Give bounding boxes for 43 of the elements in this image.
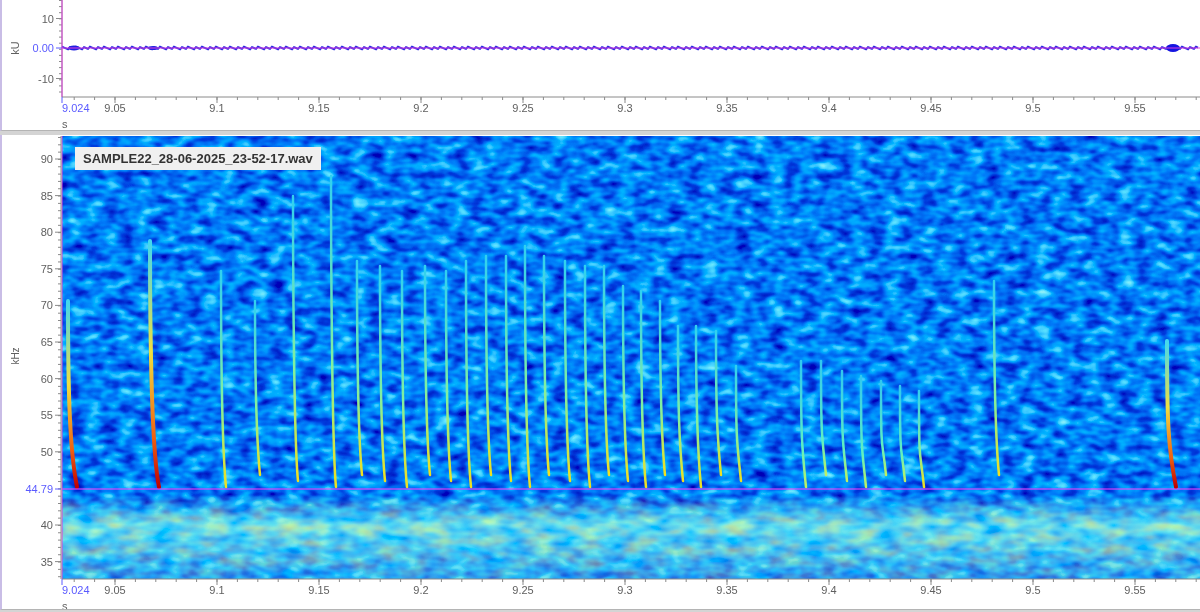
axis-tick-label: 35 — [40, 555, 53, 568]
axis-tick-label: 9.25 — [512, 102, 534, 114]
axis-tick-label: 9.3 — [617, 102, 633, 114]
axis-title: kHz — [10, 347, 21, 365]
axis-tick-label: 9.1 — [209, 584, 225, 596]
axis-tick-label: 9.4 — [821, 584, 837, 596]
axis-tick-label: 9.3 — [617, 584, 633, 596]
axis-tick-label: 9.4 — [821, 102, 837, 114]
axis-tick-label: 50 — [40, 445, 53, 458]
axis-start-label: 9.024 — [62, 102, 90, 114]
axis-tick-label: 85 — [40, 189, 53, 202]
axis-tick-label: 90 — [40, 153, 53, 165]
axis-tick-label: 9.15 — [308, 584, 330, 596]
axis-tick-label: 9.2 — [413, 584, 429, 596]
file-name-label: SAMPLE22_28-06-2025_23-52-17.wav — [75, 147, 321, 170]
axis-tick-label: 9.5 — [1025, 584, 1041, 596]
axis-tick-label: 60 — [40, 372, 53, 385]
cursor-value-label: 44.79 — [25, 483, 53, 495]
axis-tick-label: 9.55 — [1124, 584, 1146, 596]
axis-tick-label: 9.15 — [308, 102, 330, 114]
axis-tick-label: 55 — [40, 409, 53, 422]
axis-tick-label: 75 — [40, 262, 53, 275]
axis-tick-label: 10 — [41, 12, 54, 25]
axis-tick-label: 9.35 — [716, 102, 738, 114]
axis-title: s — [62, 118, 68, 130]
axis-tick-label: 65 — [40, 336, 53, 348]
axis-tick-label: 70 — [40, 299, 53, 312]
axis-tick-label: 9.45 — [920, 584, 942, 596]
axis-tick-label: 9.1 — [209, 102, 225, 114]
axis-tick-label: 9.05 — [104, 584, 126, 596]
axis-tick-label: 80 — [40, 226, 53, 239]
axis-start-label: 9.024 — [62, 584, 90, 596]
axis-tick-label: 9.5 — [1025, 102, 1041, 114]
axis-tick-label: 9.25 — [512, 584, 534, 596]
axis-tick-label: 9.05 — [104, 102, 126, 114]
axis-tick-label: -10 — [38, 72, 54, 85]
axis-tick-label: 40 — [40, 519, 53, 531]
axis-tick-label: 9.55 — [1124, 102, 1146, 114]
axis-tick-label: 9.35 — [716, 584, 738, 596]
cursor-value-label: 0.00 — [32, 42, 54, 54]
axis-title: kU — [9, 41, 21, 55]
axis-tick-label: 9.2 — [413, 102, 429, 114]
axis-tick-label: 9.45 — [920, 102, 942, 114]
